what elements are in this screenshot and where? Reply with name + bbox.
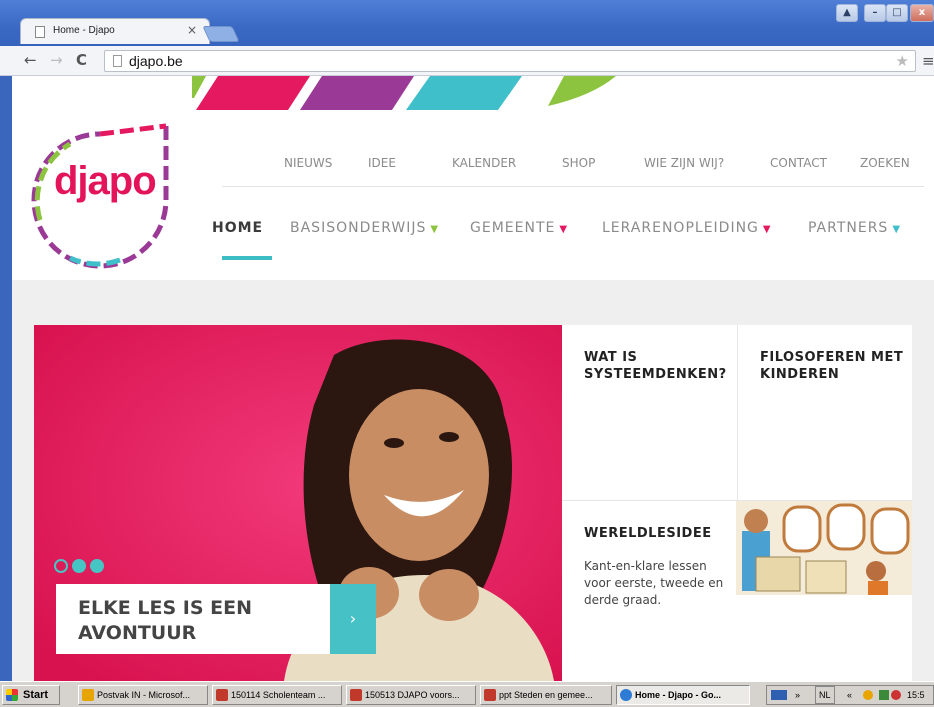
outlook-tray-icon[interactable] <box>863 690 873 700</box>
windows-taskbar: Start Postvak IN - Microsof... 150114 Sc… <box>0 681 934 707</box>
slide-dot[interactable] <box>90 559 104 573</box>
decorative-stripes <box>192 76 616 110</box>
taskbar-item-chrome[interactable]: Home - Djapo - Go... <box>616 685 750 705</box>
active-nav-underline <box>222 256 272 260</box>
reload-icon[interactable]: C <box>76 51 87 69</box>
system-tray: » NL « 15:5 <box>766 685 934 705</box>
mainnav-label: BASISONDERWIJS <box>290 220 427 236</box>
start-label: Start <box>23 689 49 701</box>
caret-down-icon: ▼ <box>430 224 440 235</box>
new-tab-button[interactable] <box>202 26 240 42</box>
browser-titlebar: Home - Djapo × ▲ – □ x <box>0 0 934 46</box>
powerpoint-icon <box>484 689 496 701</box>
taskbar-item-label: ppt Steden en gemee... <box>499 690 593 700</box>
outlook-icon <box>82 689 94 701</box>
user-icon[interactable]: ▲ <box>836 4 858 22</box>
hero-caption-box: ELKE LES IS EEN AVONTUUR <box>56 584 330 654</box>
windows-logo-icon <box>6 689 18 701</box>
web-page: djapo NIEUWS IDEE KALENDER SHOP WIE ZIJN… <box>0 76 934 681</box>
network-icon[interactable] <box>771 690 787 700</box>
mainnav-item-lerarenopleiding[interactable]: LERARENOPLEIDING ▼ <box>602 220 772 236</box>
start-button[interactable]: Start <box>2 685 60 705</box>
taskbar-item-label: Postvak IN - Microsof... <box>97 690 191 700</box>
url-text[interactable]: djapo.be <box>129 53 183 69</box>
taskbar-item-steden[interactable]: ppt Steden en gemee... <box>480 685 612 705</box>
nav-divider <box>222 186 924 187</box>
stripe-pink <box>196 76 310 110</box>
taskbar-item-label: 150114 Scholenteam ... <box>231 690 326 700</box>
topnav-item-shop[interactable]: SHOP <box>562 156 595 170</box>
quicklaunch-chevron[interactable]: » <box>795 686 800 704</box>
tab-close-icon[interactable]: × <box>187 23 197 37</box>
topnav-item-nieuws[interactable]: NIEUWS <box>284 156 332 170</box>
stripe-purple <box>300 76 414 110</box>
slide-dot[interactable] <box>72 559 86 573</box>
clock: 15:5 <box>907 690 925 700</box>
address-bar[interactable]: djapo.be ★ <box>104 50 916 72</box>
hero-next-button[interactable]: › <box>330 584 376 654</box>
tray-expand-chevron[interactable]: « <box>847 686 852 704</box>
stripe-green-left <box>192 76 206 98</box>
slide-dot[interactable] <box>54 559 68 573</box>
bookmark-star-icon[interactable]: ★ <box>896 52 909 70</box>
mainnav-item-partners[interactable]: PARTNERS ▼ <box>808 220 901 236</box>
topnav-item-idee[interactable]: IDEE <box>368 156 396 170</box>
topnav-item-wie-zijn-wij[interactable]: WIE ZIJN WIJ? <box>644 156 724 170</box>
tile-title-filosoferen[interactable]: FILOSOFEREN MET KINDEREN <box>760 349 910 383</box>
minimize-button[interactable]: – <box>864 4 886 22</box>
mainnav-label: LERARENOPLEIDING <box>602 220 759 236</box>
close-button[interactable]: x <box>910 4 934 22</box>
taskbar-item-label: Home - Djapo - Go... <box>635 690 722 700</box>
powerpoint-icon <box>350 689 362 701</box>
powerpoint-icon <box>216 689 228 701</box>
volume-muted-icon[interactable] <box>891 690 901 700</box>
menu-icon[interactable]: ≡ <box>922 52 934 70</box>
page-icon <box>113 55 122 67</box>
caret-down-icon: ▼ <box>762 224 772 235</box>
taskbar-item-outlook[interactable]: Postvak IN - Microsof... <box>78 685 208 705</box>
tile-description: Kant-en-klare lessen voor eerste, tweede… <box>584 559 724 607</box>
chrome-icon <box>620 689 632 701</box>
mainnav-label: PARTNERS <box>808 220 889 236</box>
browser-toolbar: ← → C djapo.be ★ ≡ <box>0 46 934 76</box>
mainnav-item-basisonderwijs[interactable]: BASISONDERWIJS ▼ <box>290 220 439 236</box>
tab-title: Home - Djapo <box>53 25 115 36</box>
mainnav-item-gemeente[interactable]: GEMEENTE ▼ <box>470 220 568 236</box>
top-navigation: NIEUWS IDEE KALENDER SHOP WIE ZIJN WIJ? … <box>222 156 924 182</box>
tile-title-systeemdenken[interactable]: WAT IS SYSTEEMDENKEN? <box>584 349 734 383</box>
taskbar-item-scholenteam[interactable]: 150114 Scholenteam ... <box>212 685 342 705</box>
connection-icon[interactable] <box>879 690 889 700</box>
wereldlesidee-illustration[interactable] <box>736 501 912 595</box>
forward-arrow-icon[interactable]: → <box>50 51 63 69</box>
hero-caption: ELKE LES IS EEN AVONTUUR <box>78 597 253 644</box>
tile-title-wereldlesidee[interactable]: WERELDLESIDEE <box>584 525 734 542</box>
language-indicator[interactable]: NL <box>815 686 835 704</box>
feature-tiles: WAT IS SYSTEEMDENKEN? FILOSOFEREN MET KI… <box>562 325 912 681</box>
taskbar-item-label: 150513 DJAPO voors... <box>365 690 460 700</box>
slider-dots <box>54 558 108 577</box>
site-header: djapo NIEUWS IDEE KALENDER SHOP WIE ZIJN… <box>12 76 934 280</box>
logo-text: djapo <box>54 159 157 203</box>
caret-down-icon: ▼ <box>559 224 569 235</box>
maximize-button[interactable]: □ <box>886 4 908 22</box>
tile-divider <box>737 325 738 500</box>
hero-slider[interactable]: ELKE LES IS EEN AVONTUUR › <box>34 325 562 681</box>
back-arrow-icon[interactable]: ← <box>24 51 37 69</box>
main-navigation: HOME BASISONDERWIJS ▼ GEMEENTE ▼ LERARENOP… <box>212 220 924 250</box>
caret-down-icon: ▼ <box>892 224 902 235</box>
mainnav-item-home[interactable]: HOME <box>212 220 263 236</box>
topnav-item-zoeken[interactable]: ZOEKEN <box>860 156 910 170</box>
topnav-item-contact[interactable]: CONTACT <box>770 156 827 170</box>
mainnav-label: HOME <box>212 220 264 236</box>
topnav-item-kalender[interactable]: KALENDER <box>452 156 516 170</box>
taskbar-item-djapo-voors[interactable]: 150513 DJAPO voors... <box>346 685 476 705</box>
stripe-teal <box>406 76 522 110</box>
mainnav-label: GEMEENTE <box>470 220 556 236</box>
browser-tab[interactable]: Home - Djapo × <box>20 18 210 44</box>
page-icon <box>35 26 45 38</box>
stripe-green-right <box>548 76 616 106</box>
